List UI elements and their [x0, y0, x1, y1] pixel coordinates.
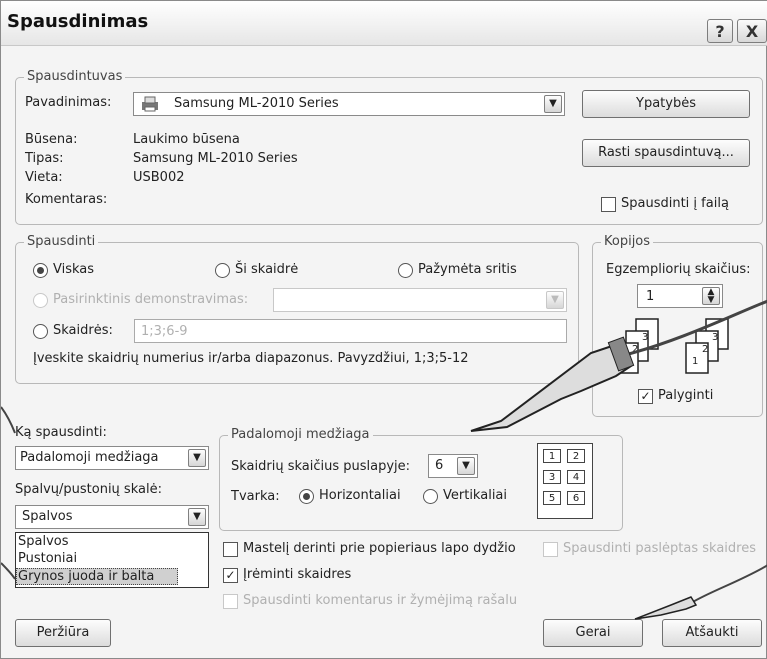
- type-label: Tipas:: [25, 151, 64, 166]
- handout-slide: 3: [543, 470, 561, 484]
- close-button[interactable]: X: [737, 19, 767, 43]
- handout-preview: 1 2 3 4 5 6: [537, 443, 593, 519]
- print-hidden-label: Spausdinti paslėptas skaidres: [563, 541, 756, 556]
- printer-legend: Spausdintuvas: [24, 69, 126, 84]
- horizontal-label: Horizontaliai: [319, 488, 401, 503]
- horizontal-radio[interactable]: [299, 489, 314, 504]
- print-what-value: Padalomoji medžiaga: [20, 450, 159, 465]
- status-label: Būsena:: [25, 132, 78, 147]
- color-scale-label: Spalvų/pustonių skalė:: [15, 482, 162, 497]
- print-to-file-checkbox[interactable]: [601, 197, 616, 212]
- custom-show-radio[interactable]: [33, 293, 48, 308]
- pointer-line-icon: [1, 406, 16, 434]
- print-hidden-checkbox[interactable]: [543, 542, 558, 557]
- print-comments-checkbox[interactable]: [223, 594, 238, 609]
- ok-button[interactable]: Gerai: [543, 619, 643, 647]
- printer-name-label: Pavadinimas:: [25, 95, 112, 110]
- order-label: Tvarka:: [231, 489, 280, 504]
- color-option-selected[interactable]: Grynos juoda ir balta: [16, 568, 178, 585]
- preview-button[interactable]: Peržiūra: [15, 619, 111, 647]
- color-scale-value: Spalvos: [22, 509, 73, 524]
- slides-per-page-select[interactable]: 6 ▼: [428, 454, 478, 478]
- dialog-title: Spausdinimas: [7, 11, 149, 32]
- vertical-radio[interactable]: [423, 489, 438, 504]
- slides-radio[interactable]: [33, 324, 48, 339]
- cancel-button[interactable]: Atšaukti: [662, 619, 762, 647]
- chevron-down-icon[interactable]: ▼: [457, 457, 475, 475]
- print-what-label: Ką spausdinti:: [15, 425, 107, 440]
- color-option[interactable]: Spalvos: [18, 534, 69, 549]
- color-option[interactable]: Pustoniai: [18, 551, 77, 566]
- find-printer-button[interactable]: Rasti spausdintuvą...: [582, 139, 750, 167]
- print-comments-label: Spausdinti komentarus ir žymėjimą rašalu: [243, 593, 518, 608]
- frame-slides-label: Įrėminti skaidres: [243, 567, 352, 582]
- slides-label: Skaidrės:: [53, 323, 113, 338]
- printer-icon: [142, 96, 158, 112]
- print-to-file-label: Spausdinti į failą: [621, 196, 729, 211]
- custom-show-label: Pasirinktinis demonstravimas:: [53, 292, 249, 307]
- all-radio[interactable]: [33, 263, 48, 278]
- chevron-down-icon[interactable]: ▼: [188, 449, 206, 467]
- scale-to-fit-checkbox[interactable]: [223, 542, 238, 557]
- handout-slide: 2: [567, 449, 585, 463]
- pointing-hand-icon: [470, 299, 767, 432]
- slides-hint: Įveskite skaidrių numerius ir/arba diapa…: [33, 351, 469, 366]
- handout-slide: 1: [543, 449, 561, 463]
- location-value: USB002: [133, 170, 185, 185]
- frame-slides-checkbox[interactable]: ✓: [223, 568, 238, 583]
- pointer-line-icon: [1, 562, 16, 580]
- print-range-legend: Spausdinti: [24, 234, 99, 249]
- slides-input-value: 1;3;6-9: [141, 324, 188, 339]
- handout-slide: 5: [543, 491, 561, 505]
- handout-slide: 6: [567, 491, 585, 505]
- current-slide-label: Ši skaidrė: [235, 262, 299, 277]
- copies-legend: Kopijos: [601, 234, 654, 249]
- type-value: Samsung ML-2010 Series: [133, 151, 298, 166]
- printer-select[interactable]: Samsung ML-2010 Series ▼: [133, 92, 565, 116]
- status-value: Laukimo būsena: [133, 132, 240, 147]
- help-button[interactable]: ?: [707, 19, 733, 43]
- pointing-hand-icon: [634, 564, 767, 620]
- properties-button[interactable]: Ypatybės: [582, 90, 750, 118]
- color-scale-select[interactable]: Spalvos ▼: [15, 505, 209, 529]
- selection-radio[interactable]: [398, 263, 413, 278]
- color-scale-dropdown-list: Spalvos Pustoniai Grynos juoda ir balta: [15, 532, 209, 588]
- handout-slide: 4: [567, 470, 585, 484]
- print-dialog: Spausdinimas ? X Spausdintuvas Pavadinim…: [0, 0, 767, 659]
- all-label: Viskas: [53, 262, 95, 277]
- scale-to-fit-label: Mastelį derinti prie popieriaus lapo dyd…: [243, 541, 516, 556]
- printer-select-value: Samsung ML-2010 Series: [174, 96, 339, 111]
- location-label: Vieta:: [25, 170, 63, 185]
- copies-count-label: Egzempliorių skaičius:: [606, 262, 751, 277]
- chevron-down-icon[interactable]: ▼: [544, 95, 562, 113]
- slides-per-page-value: 6: [435, 458, 444, 473]
- slides-per-page-label: Skaidrių skaičius puslapyje:: [231, 459, 411, 474]
- handouts-legend: Padalomoji medžiaga: [228, 427, 373, 442]
- current-slide-radio[interactable]: [215, 263, 230, 278]
- selection-label: Pažymėta sritis: [418, 262, 517, 277]
- comment-label: Komentaras:: [25, 192, 108, 207]
- chevron-down-icon[interactable]: ▼: [188, 508, 206, 526]
- vertical-label: Vertikaliai: [443, 488, 508, 503]
- title-bar: Spausdinimas ? X: [1, 1, 767, 46]
- print-what-select[interactable]: Padalomoji medžiaga ▼: [15, 446, 209, 470]
